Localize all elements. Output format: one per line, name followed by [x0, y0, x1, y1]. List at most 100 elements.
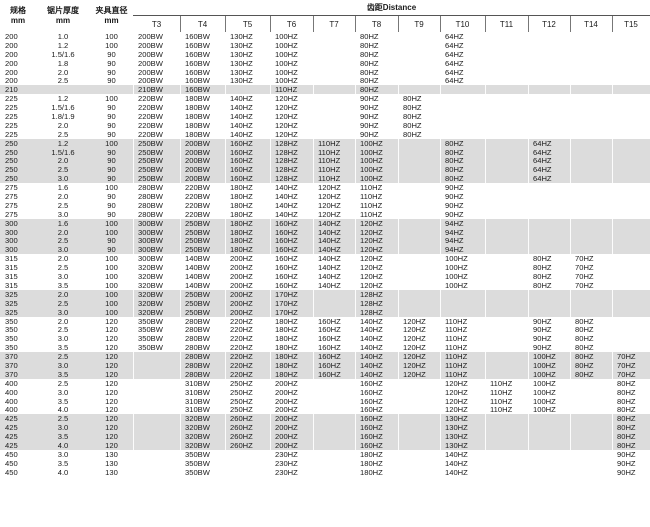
cell-t10: 64HZ	[440, 76, 485, 86]
cell-t10: 64HZ	[440, 32, 485, 41]
cell-t3: 250BW	[133, 156, 180, 166]
cell-t6: 160HZ	[270, 236, 313, 246]
cell-t15	[612, 219, 650, 228]
cell-t4: 200BW	[180, 139, 225, 148]
cell-spec: 325	[5, 298, 18, 308]
cell-t6: 120HZ	[270, 112, 313, 121]
cell-t4: 250BW	[180, 219, 225, 228]
cell-t8: 100HZ	[355, 165, 398, 174]
table-row: 200 1.8 90 200BW 160BW 130HZ 100HZ 80HZ 64HZ	[0, 59, 650, 68]
cell-t15	[612, 281, 650, 290]
cell-t14	[570, 94, 612, 103]
cell-t10: 94HZ	[440, 245, 485, 254]
cell-spec: 225	[5, 112, 18, 121]
cell-spec: 300	[5, 227, 18, 237]
cell-t7: 140HZ	[313, 254, 355, 263]
cell-t8: 140HZ	[355, 343, 398, 352]
cell-t7: 160HZ	[313, 325, 355, 334]
cell-spec: 200	[5, 67, 18, 77]
cell-t11	[485, 441, 528, 450]
cell-t12	[528, 290, 570, 299]
cell-t5: 180HZ	[225, 201, 270, 210]
cell-t15	[612, 130, 650, 139]
cell-t14	[570, 405, 612, 414]
table-row: 425 3.0 120 320BW 260HZ 200HZ 160HZ 130HZ 80HZ	[0, 423, 650, 433]
cell-spec: 325	[5, 289, 18, 299]
cell-spec: 370	[5, 369, 18, 379]
header-t14: T14	[584, 19, 598, 29]
cell-t4: 310BW	[180, 379, 225, 388]
cell-t14	[570, 112, 612, 121]
cell-t8: 140HZ	[355, 352, 398, 361]
cell-t12	[528, 121, 570, 130]
cell-t15	[612, 50, 650, 59]
cell-t4: 160BW	[180, 59, 225, 68]
cell-t7	[313, 76, 355, 85]
cell-t3: 250BW	[133, 148, 180, 157]
cell-t7	[313, 379, 355, 388]
cell-t15	[612, 94, 650, 103]
cell-thickness: 3.0	[57, 387, 69, 397]
cell-t12: 100HZ	[528, 405, 570, 414]
cell-t9	[398, 50, 440, 59]
cell-t5: 220HZ	[225, 370, 270, 379]
cell-t6: 180HZ	[270, 343, 313, 352]
cell-t10: 100HZ	[440, 281, 485, 290]
cell-spec: 200	[5, 76, 18, 86]
cell-t8: 160HZ	[355, 414, 398, 423]
cell-t12	[528, 228, 570, 237]
cell-t3	[133, 388, 180, 397]
cell-thickness: 4.0	[57, 467, 69, 477]
cell-t11	[485, 263, 528, 272]
cell-t10: 140HZ	[440, 450, 485, 459]
cell-t11	[485, 325, 528, 334]
cell-t3: 200BW	[133, 76, 180, 86]
cell-t10: 100HZ	[440, 272, 485, 281]
cell-t5: 140HZ	[225, 121, 270, 130]
cell-t15	[612, 317, 650, 326]
table-row: 325 2.5 100 320BW 250BW 200HZ 170HZ 128HZ	[0, 298, 650, 308]
cell-t3: 250BW	[133, 165, 180, 174]
cell-clamp: 90	[107, 236, 116, 246]
cell-t4: 310BW	[180, 388, 225, 397]
cell-t3	[133, 432, 180, 441]
cell-t6: 200HZ	[270, 388, 313, 397]
cell-t12: 80HZ	[528, 281, 570, 290]
cell-t6: 200HZ	[270, 405, 313, 414]
cell-t10: 110HZ	[440, 334, 485, 343]
cell-t6: 140HZ	[270, 201, 313, 210]
table-row: 370 3.0 120 280BW 220HZ 180HZ 160HZ 140HZ 120HZ 1…	[0, 360, 650, 370]
cell-t7: 110HZ	[313, 174, 355, 183]
cell-t11	[485, 432, 528, 441]
cell-t12: 64HZ	[528, 174, 570, 183]
cell-t5: 160HZ	[225, 148, 270, 157]
cell-spec: 370	[5, 352, 18, 361]
cell-thickness: 3.5	[57, 280, 69, 290]
cell-t15	[612, 59, 650, 68]
cell-t9	[398, 148, 440, 157]
cell-t9	[398, 228, 440, 237]
cell-spec: 315	[5, 280, 18, 290]
cell-t12: 100HZ	[528, 370, 570, 379]
cell-t6: 100HZ	[270, 32, 313, 41]
cell-t9: 80HZ	[398, 121, 440, 130]
cell-t8: 140HZ	[355, 334, 398, 343]
header-column-divider	[612, 16, 613, 32]
cell-t3: 220BW	[133, 112, 180, 121]
cell-t12	[528, 459, 570, 468]
cell-t6: 160HZ	[270, 254, 313, 263]
cell-t7: 120HZ	[313, 201, 355, 210]
cell-t4: 160BW	[180, 85, 225, 94]
cell-thickness: 3.0	[57, 307, 69, 317]
cell-t15	[612, 112, 650, 121]
cell-t14	[570, 210, 612, 219]
cell-thickness: 4.0	[57, 405, 69, 415]
cell-spec: 400	[5, 405, 18, 415]
cell-t14	[570, 148, 612, 157]
cell-thickness: 2.0	[57, 316, 69, 326]
cell-spec: 200	[5, 40, 18, 50]
cell-t5: 160HZ	[225, 174, 270, 183]
cell-clamp: 100	[105, 298, 118, 308]
cell-clamp: 130	[105, 458, 118, 468]
cell-t12	[528, 112, 570, 121]
